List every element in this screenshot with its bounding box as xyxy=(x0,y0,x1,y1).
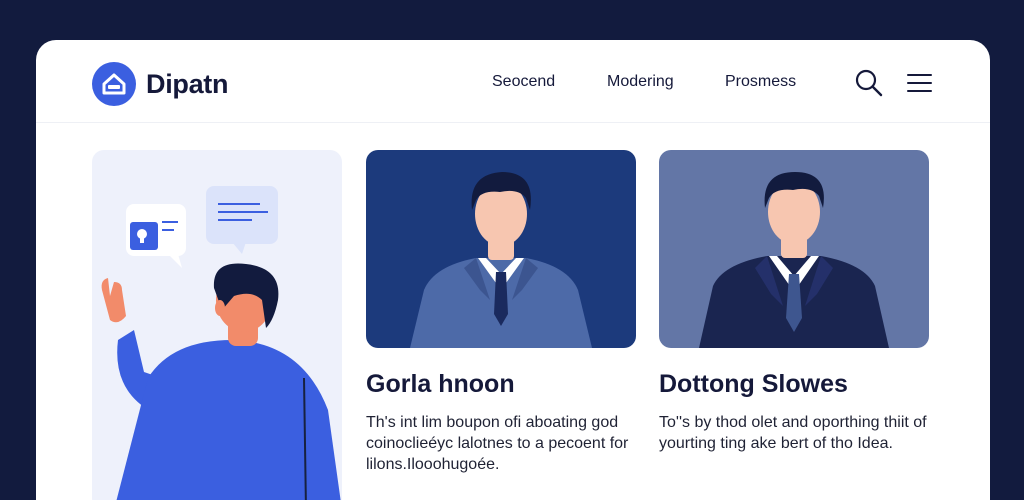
card-description: To''s by thod olet and oporthing thiit o… xyxy=(659,412,929,454)
profile-avatar-image xyxy=(659,150,929,348)
chat-bubble-icon xyxy=(126,204,186,268)
top-navbar: Dipatn Seocend Modering Prosmess xyxy=(36,40,990,123)
hero-illustration xyxy=(92,150,342,500)
search-icon[interactable] xyxy=(854,68,884,98)
card-title: Gorla hnoon xyxy=(366,370,515,399)
profile-avatar-image xyxy=(366,150,636,348)
nav-link-seocend[interactable]: Seocend xyxy=(492,73,555,91)
waving-person-figure xyxy=(102,264,342,500)
card-description: Th's int lim boupon ofi aboating god coi… xyxy=(366,412,636,475)
message-bubble-icon xyxy=(206,186,278,254)
app-window: Dipatn Seocend Modering Prosmess xyxy=(36,40,990,500)
nav-link-modering[interactable]: Modering xyxy=(607,73,674,91)
hamburger-menu-icon[interactable] xyxy=(905,68,935,98)
brand-name: Dipatn xyxy=(146,69,228,100)
brand-logo[interactable]: Dipatn xyxy=(92,62,228,106)
nav-link-prosmess[interactable]: Prosmess xyxy=(725,73,796,91)
home-icon xyxy=(92,62,136,106)
card-title: Dottong Slowes xyxy=(659,370,848,399)
